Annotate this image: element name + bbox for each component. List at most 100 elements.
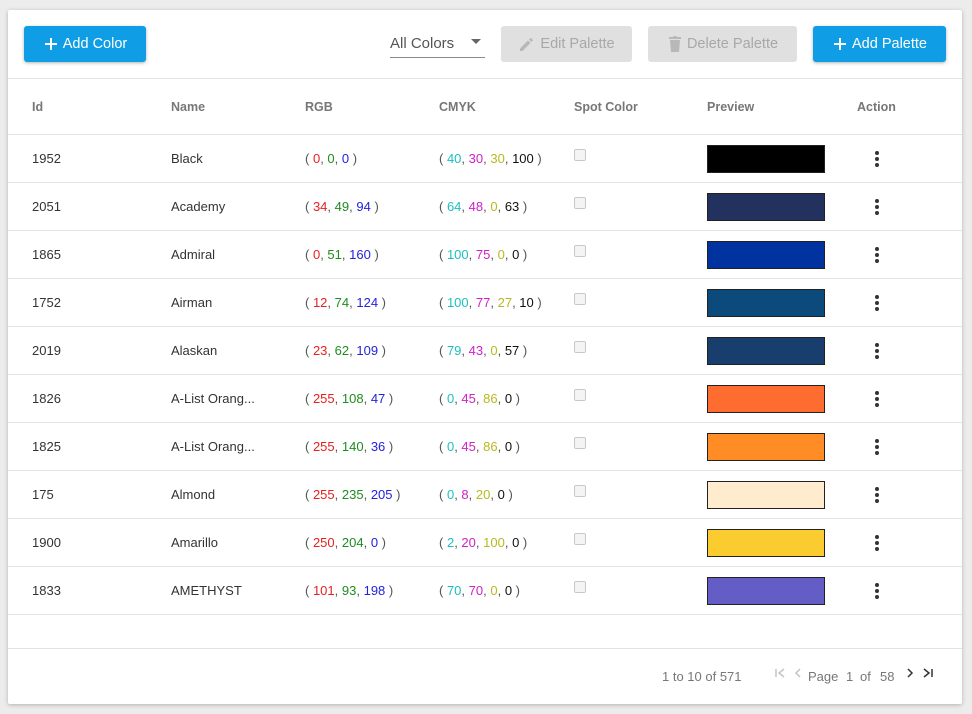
table-row[interactable]: 2051 Academy( 34, 49, 94 )( 64, 48, 0, 63… — [8, 182, 962, 231]
close-paren: ) — [512, 583, 521, 598]
table-row[interactable]: 175 Almond( 255, 235, 205 )( 0, 8, 20, 0 … — [8, 470, 962, 519]
table-row[interactable]: 1833 AMETHYST( 101, 93, 198 )( 70, 70, 0,… — [8, 566, 962, 615]
more-vert-icon[interactable] — [867, 483, 887, 507]
table-row[interactable]: 1952 Black( 0, 0, 0 )( 40, 30, 30, 100 ) — [8, 134, 962, 183]
cmyk-component: 64 — [446, 199, 462, 214]
kebab-dot — [875, 588, 879, 593]
color-filter-select[interactable]: All Colors — [390, 30, 485, 58]
color-swatch — [707, 576, 825, 605]
edit-palette-button[interactable]: Edit Palette — [501, 26, 632, 62]
add-color-button[interactable]: Add Color — [24, 26, 146, 62]
cmyk-component: 75 — [475, 247, 491, 262]
more-vert-icon[interactable] — [867, 243, 887, 267]
more-vert-icon[interactable] — [867, 387, 887, 411]
header-rgb[interactable]: RGB — [305, 79, 439, 135]
table-header-row: Id Name RGB CMYK Spot Color Preview Acti… — [8, 79, 962, 135]
cell-name: Admiral — [171, 230, 305, 279]
more-vert-icon[interactable] — [867, 339, 887, 363]
spot-color-checkbox[interactable] — [574, 580, 586, 593]
last-page-icon[interactable] — [922, 667, 934, 679]
spot-color-checkbox[interactable] — [574, 436, 586, 449]
first-page-icon[interactable] — [774, 667, 786, 679]
previous-page-icon[interactable] — [793, 667, 803, 679]
next-page-icon[interactable] — [905, 667, 915, 679]
cell-id: 2019 — [8, 326, 171, 375]
kebab-dot — [875, 486, 879, 491]
rgb-component: 235 — [341, 487, 364, 502]
spot-color-checkbox[interactable] — [574, 484, 586, 497]
spot-color-checkbox[interactable] — [574, 388, 586, 401]
spot-color-checkbox[interactable] — [574, 292, 586, 305]
kebab-dot — [875, 444, 879, 449]
plus-icon — [832, 36, 848, 52]
cell-action — [857, 566, 962, 615]
more-vert-icon[interactable] — [867, 291, 887, 315]
more-vert-icon[interactable] — [867, 579, 887, 603]
separator: , — [334, 151, 342, 166]
open-paren: ( — [439, 439, 447, 454]
cmyk-component: 20 — [475, 487, 491, 502]
cell-cmyk: ( 70, 70, 0, 0 ) — [439, 566, 574, 615]
open-paren: ( — [305, 487, 313, 502]
header-id[interactable]: Id — [8, 79, 171, 135]
spot-color-checkbox[interactable] — [574, 244, 586, 257]
cmyk-component: 48 — [468, 199, 484, 214]
cell-id: 2051 — [8, 182, 171, 231]
table-row[interactable]: 1826 A-List Orang...( 255, 108, 47 )( 0, … — [8, 374, 962, 423]
kebab-dot — [875, 492, 879, 497]
edit-palette-label: Edit Palette — [540, 36, 615, 52]
kebab-dot — [875, 390, 879, 395]
header-name[interactable]: Name — [171, 79, 305, 135]
delete-palette-button[interactable]: Delete Palette — [648, 26, 797, 62]
table-row[interactable]: 1865 Admiral( 0, 51, 160 )( 100, 75, 0, 0… — [8, 230, 962, 279]
add-palette-button[interactable]: Add Palette — [813, 26, 946, 62]
separator: , — [504, 247, 513, 262]
cell-preview — [707, 230, 857, 279]
table-row[interactable]: 1900 Amarillo( 250, 204, 0 )( 2, 20, 100,… — [8, 518, 962, 567]
close-paren: ) — [519, 247, 528, 262]
kebab-dot — [875, 150, 879, 155]
spot-color-checkbox[interactable] — [574, 340, 586, 353]
table-row[interactable]: 2019 Alaskan( 23, 62, 109 )( 79, 43, 0, 5… — [8, 326, 962, 375]
cmyk-component: 0 — [497, 247, 505, 262]
cell-preview — [707, 566, 857, 615]
toolbar: Add Color All Colors Edit Palette Delete… — [8, 10, 962, 79]
open-paren: ( — [305, 439, 313, 454]
header-cmyk[interactable]: CMYK — [439, 79, 574, 135]
cell-id: 1752 — [8, 278, 171, 327]
cmyk-component: 10 — [519, 295, 534, 310]
rgb-component: 255 — [312, 391, 335, 406]
cell-id: 1826 — [8, 374, 171, 423]
table-row[interactable]: 1825 A-List Orang...( 255, 140, 36 )( 0, … — [8, 422, 962, 471]
add-palette-label: Add Palette — [852, 36, 927, 52]
close-paren: ) — [378, 295, 387, 310]
more-vert-icon[interactable] — [867, 435, 887, 459]
rgb-component: 12 — [312, 295, 328, 310]
close-paren: ) — [533, 295, 542, 310]
cmyk-component: 0 — [490, 199, 498, 214]
more-vert-icon[interactable] — [867, 195, 887, 219]
spot-color-checkbox[interactable] — [574, 532, 586, 545]
cell-action — [857, 374, 962, 423]
spot-color-checkbox[interactable] — [574, 148, 586, 161]
table-row[interactable]: 1752 Airman( 12, 74, 124 )( 100, 77, 27, … — [8, 278, 962, 327]
kebab-dot — [875, 246, 879, 251]
rgb-component: 47 — [370, 391, 386, 406]
more-vert-icon[interactable] — [867, 147, 887, 171]
open-paren: ( — [305, 535, 313, 550]
current-page: 1 — [846, 669, 854, 684]
plus-icon — [43, 36, 59, 52]
kebab-dot — [875, 156, 879, 161]
cell-name: A-List Orang... — [171, 422, 305, 471]
spot-color-checkbox[interactable] — [574, 196, 586, 209]
open-paren: ( — [439, 391, 447, 406]
cmyk-component: 100 — [446, 295, 469, 310]
of-label: of — [860, 669, 871, 684]
cell-action — [857, 230, 962, 279]
close-paren: ) — [370, 199, 379, 214]
cell-cmyk: ( 0, 45, 86, 0 ) — [439, 422, 574, 471]
cell-name: Airman — [171, 278, 305, 327]
header-spot-color[interactable]: Spot Color — [574, 79, 707, 135]
separator: , — [363, 535, 371, 550]
more-vert-icon[interactable] — [867, 531, 887, 555]
